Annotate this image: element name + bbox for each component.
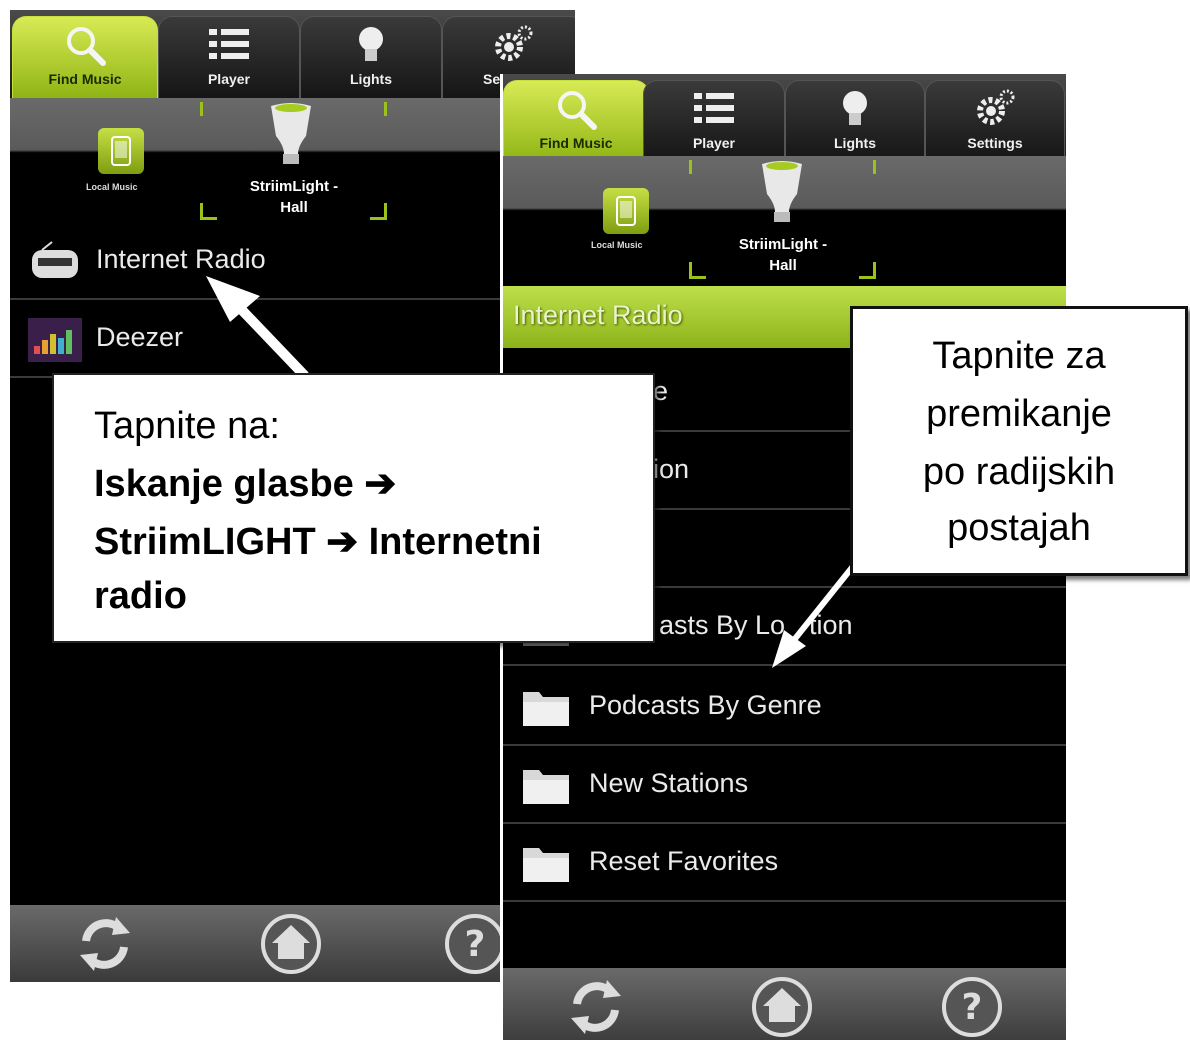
device-label[interactable]: StriimLight - Hall <box>703 234 863 276</box>
search-icon <box>67 27 106 66</box>
home-icon[interactable] <box>258 911 324 977</box>
selection-bracket <box>859 160 876 174</box>
callout-line4: radio <box>94 575 187 617</box>
search-icon <box>558 91 597 130</box>
callout-line2: Iskanje glasbe ➔ <box>94 463 397 505</box>
tab-label: Settings <box>967 135 1023 151</box>
callout-line3: StriimLIGHT ➔ Internetni <box>94 521 542 563</box>
device-label-line1: StriimLight - <box>738 236 828 253</box>
list-item-label: Deezer <box>96 322 184 352</box>
device-label-line1: StriimLight - <box>249 178 339 195</box>
tab-label: Player <box>207 71 251 87</box>
local-music-button[interactable] <box>98 128 144 174</box>
folder-icon <box>523 848 569 882</box>
folder-icon <box>523 770 569 804</box>
list-item-label: New Stations <box>589 768 749 798</box>
device-label-line2: Hall <box>280 199 308 216</box>
list-item-label-partial: ion <box>653 454 690 484</box>
home-icon[interactable] <box>749 974 815 1040</box>
tab-label: Find Music <box>48 71 122 87</box>
svg-text:?: ? <box>962 987 983 1028</box>
selection-bracket <box>370 102 387 116</box>
striimlight-bulb-icon[interactable] <box>268 102 314 168</box>
bulb-icon <box>359 27 383 61</box>
tab-bar: Find Music Player Lights Se <box>10 10 575 98</box>
navigation-callout: Tapnite za premikanje po radijskih posta… <box>850 306 1188 576</box>
tab-find-music[interactable]: Find Music <box>503 80 649 162</box>
callout-line3: po radijskih <box>922 451 1116 493</box>
bulb-icon <box>843 91 867 125</box>
tab-player[interactable]: Player <box>158 16 300 98</box>
phone-icon <box>616 196 636 226</box>
device-label-line2: Hall <box>769 257 797 274</box>
list-item-label: Podcasts By Genre <box>589 690 822 720</box>
list-item-label: Reset Favorites <box>589 846 779 876</box>
section-header-title: Internet Radio <box>513 300 683 330</box>
tab-lights[interactable]: Lights <box>300 16 442 98</box>
list-item-deezer[interactable]: Deezer <box>10 300 575 378</box>
selection-bracket <box>689 160 706 174</box>
local-music-button[interactable] <box>603 188 649 234</box>
bottom-bar: ? <box>503 968 1066 1040</box>
tab-label: Lights <box>350 71 392 87</box>
source-selector: Local Music StriimLight - Hall <box>10 98 575 228</box>
tab-bar: Find Music Player Lights Settings <box>503 74 1066 162</box>
tab-label: Player <box>692 135 736 151</box>
list-item-label-partial: tion <box>809 610 853 640</box>
phone-icon <box>111 136 131 166</box>
help-icon[interactable]: ? <box>939 974 1005 1040</box>
folder-icon <box>523 692 569 726</box>
tab-player[interactable]: Player <box>643 80 785 162</box>
gear-icon <box>977 89 1015 125</box>
list-item-internet-radio[interactable]: Internet Radio <box>10 222 575 300</box>
list-item-label: Internet Radio <box>96 244 266 274</box>
svg-text:?: ? <box>465 924 486 965</box>
callout-line1: Tapnite na: <box>94 405 280 447</box>
list-item-new-stations[interactable]: New Stations <box>503 746 1066 824</box>
callout-line2: premikanje <box>926 393 1112 435</box>
tab-settings[interactable]: Settings <box>925 80 1065 162</box>
callout-line4: postajah <box>947 507 1091 549</box>
radio-icon <box>32 241 78 278</box>
local-music-label: Local Music <box>591 240 643 250</box>
tab-label: Lights <box>834 135 876 151</box>
instruction-callout: Tapnite na: Iskanje glasbe ➔ StriimLIGHT… <box>52 373 655 643</box>
callout-line1: Tapnite za <box>932 335 1106 377</box>
tab-find-music[interactable]: Find Music <box>12 16 158 98</box>
selection-bracket <box>200 102 217 116</box>
source-selector: Local Music StriimLight - Hall <box>503 156 1066 286</box>
list-item-podcasts-by-genre[interactable]: Podcasts By Genre <box>503 668 1066 746</box>
refresh-icon[interactable] <box>72 911 138 977</box>
tab-label: Find Music <box>539 135 613 151</box>
device-label[interactable]: StriimLight - Hall <box>214 176 374 218</box>
list-icon <box>209 29 249 59</box>
list-item-label-partial: e <box>653 376 669 406</box>
striimlight-bulb-icon[interactable] <box>759 160 805 226</box>
list-item-label-partial: asts By Lo <box>659 610 786 640</box>
deezer-icon <box>28 318 82 362</box>
list-icon <box>694 93 734 123</box>
help-icon[interactable]: ? <box>442 911 508 977</box>
local-music-label: Local Music <box>86 182 138 192</box>
list-item-reset-favorites[interactable]: Reset Favorites <box>503 824 1066 902</box>
tab-lights[interactable]: Lights <box>785 80 925 162</box>
refresh-icon[interactable] <box>563 974 629 1040</box>
bottom-bar: ? <box>10 905 575 982</box>
gear-icon <box>495 25 533 61</box>
